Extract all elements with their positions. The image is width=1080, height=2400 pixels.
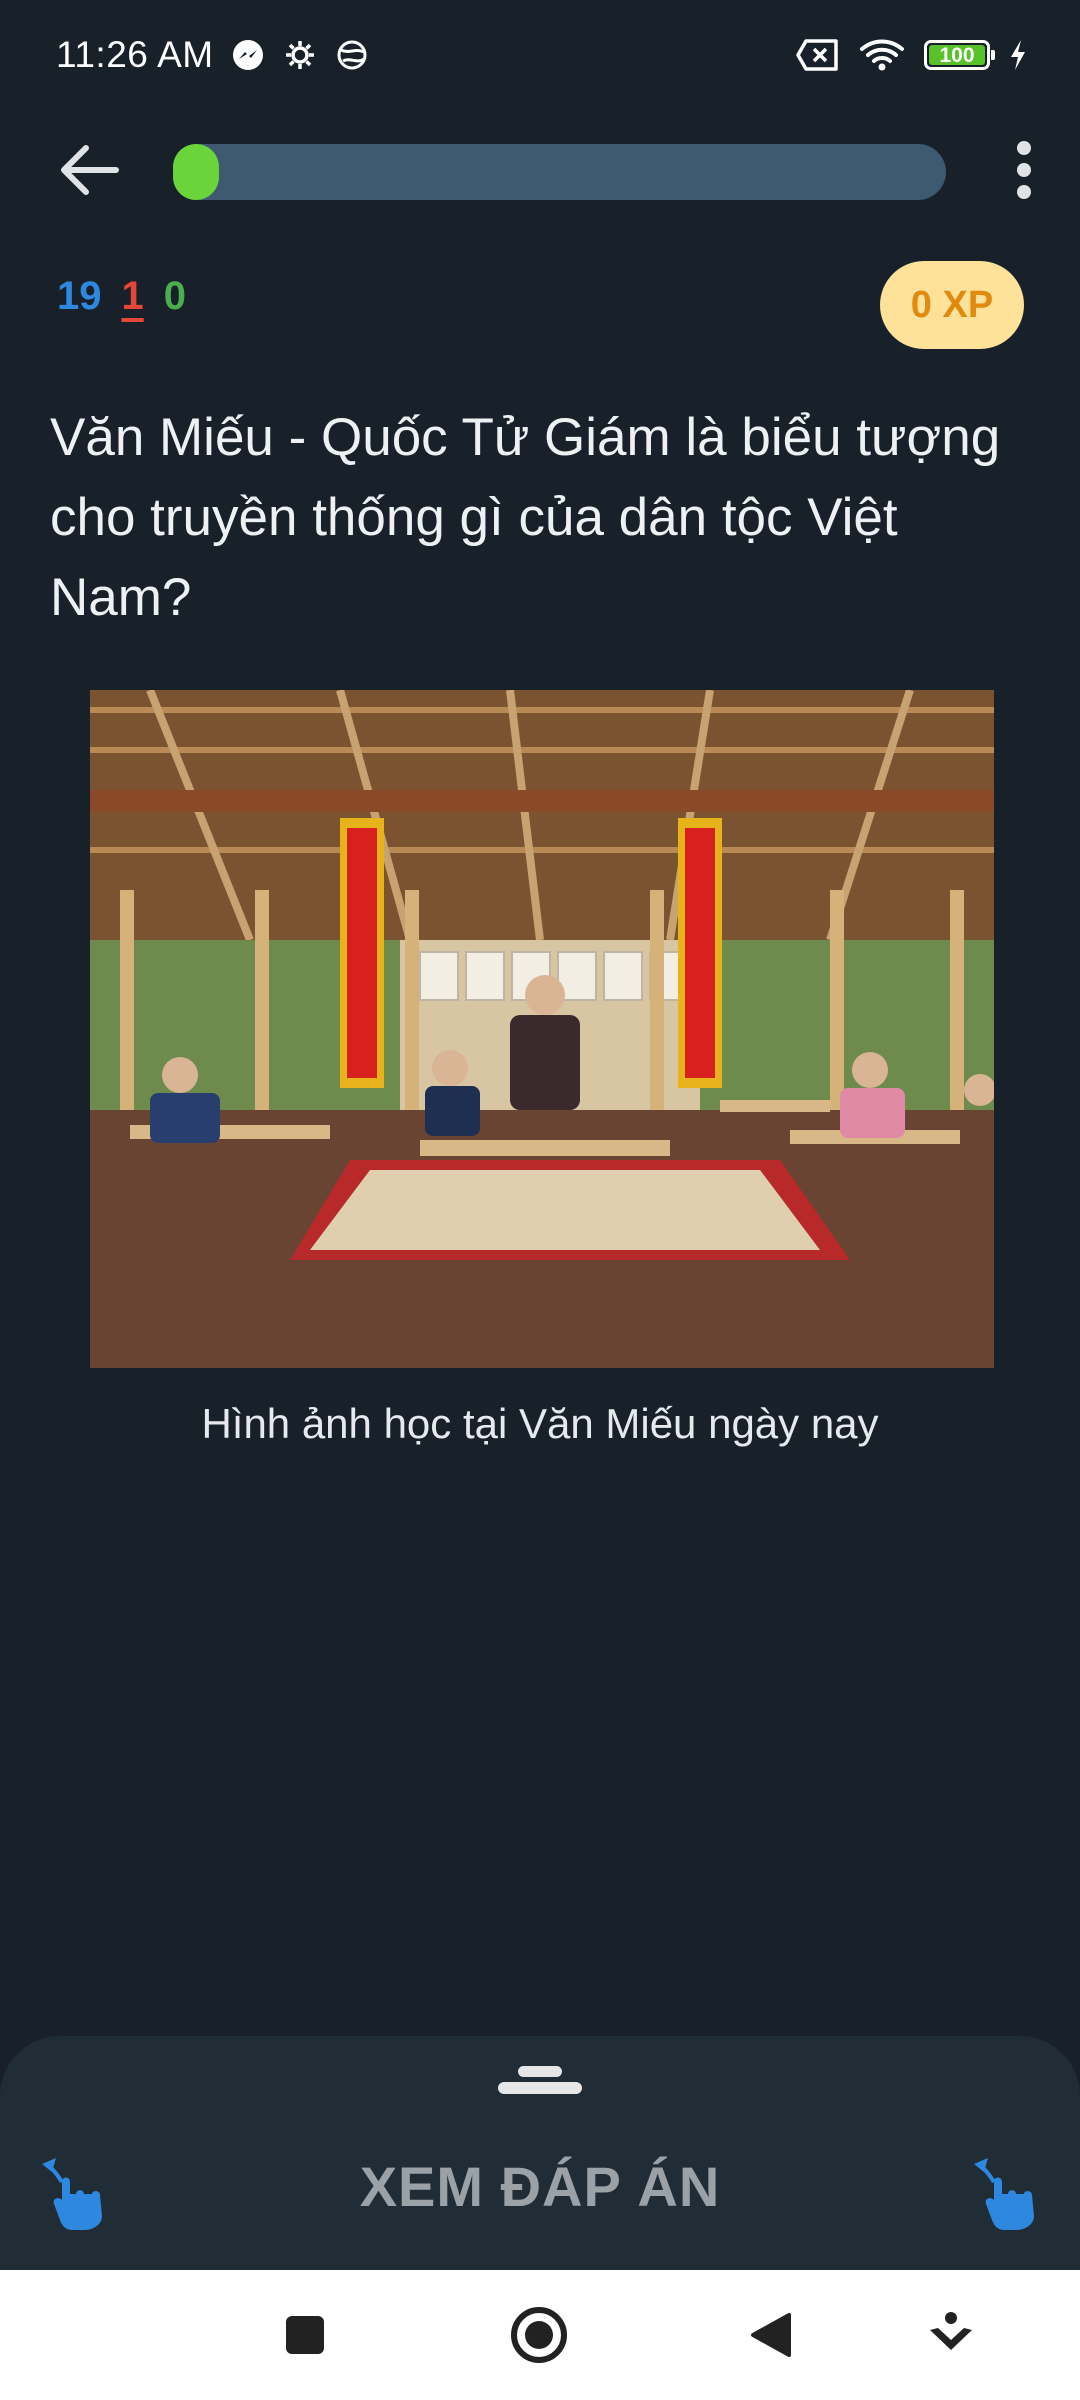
vpn-globe-icon (334, 37, 370, 73)
answer-counters: 19 1 0 (57, 274, 186, 319)
question-image (90, 690, 994, 1368)
status-bar: 11:26 AM 100 (0, 0, 1080, 110)
status-time: 11:26 AM (56, 34, 214, 75)
battery-icon: 100 (924, 40, 995, 70)
notification-pull-icon[interactable] (916, 2300, 986, 2370)
home-circle-icon[interactable] (504, 2300, 574, 2370)
image-caption: Hình ảnh học tại Văn Miếu ngày nay (201, 1400, 879, 1447)
remaining-count: 19 (57, 274, 102, 318)
answer-bottom-sheet: XEM ĐÁP ÁN (0, 2036, 1080, 2270)
battery-level: 100 (939, 43, 975, 67)
wifi-icon (858, 37, 906, 73)
recents-square-icon[interactable] (270, 2300, 340, 2370)
lesson-progress-fill (173, 144, 220, 200)
swipe-right-hand-icon[interactable] (968, 2154, 1048, 2234)
more-options-button[interactable] (998, 134, 1050, 206)
xp-badge: 0 XP (880, 261, 1024, 349)
lesson-progress-bar (173, 144, 946, 200)
correct-count: 0 (163, 274, 186, 318)
show-answer-button[interactable]: XEM ĐÁP ÁN (240, 2154, 840, 2219)
drag-handle-icon[interactable] (498, 2066, 582, 2096)
system-navigation-bar (0, 2270, 1080, 2400)
messenger-icon (230, 37, 266, 73)
status-left-group: 11:26 AM (56, 34, 370, 76)
back-triangle-icon[interactable] (736, 2300, 806, 2370)
back-arrow-icon (61, 145, 119, 195)
no-sim-icon (796, 37, 840, 73)
more-vertical-icon (1017, 141, 1031, 199)
wrong-count: 1 (121, 274, 144, 318)
settings-gear-icon (282, 37, 318, 73)
lesson-header (0, 130, 1080, 210)
charging-bolt-icon (1008, 37, 1028, 73)
back-button[interactable] (48, 134, 128, 206)
question-text: Văn Miếu - Quốc Tử Giám là biểu tượng ch… (50, 408, 1001, 627)
swipe-left-hand-icon[interactable] (36, 2154, 116, 2234)
status-right-group: 100 (796, 37, 1028, 73)
